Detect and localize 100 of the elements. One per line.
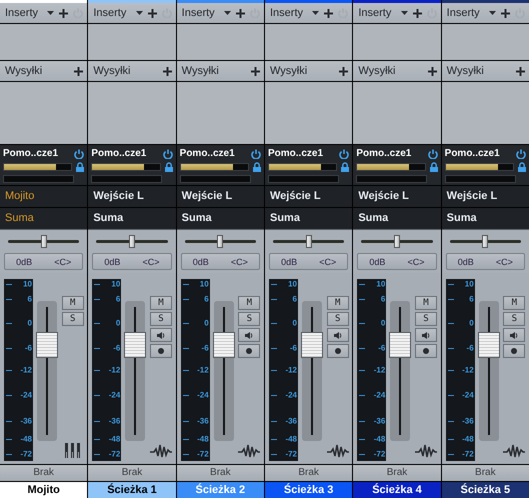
record-button[interactable]: [150, 344, 172, 358]
power-icon[interactable]: [516, 148, 526, 158]
mute-button[interactable]: M: [503, 296, 526, 310]
automation-label[interactable]: Brak: [0, 465, 88, 482]
pan-slider-thumb[interactable]: [306, 235, 312, 248]
pan-slider-thumb[interactable]: [482, 235, 488, 248]
fader-track[interactable]: [478, 301, 499, 441]
monitor-button[interactable]: [503, 328, 526, 342]
input-selector[interactable]: Wejście L: [353, 185, 441, 207]
volume-pan-display[interactable]: 0dB <C>: [357, 253, 437, 270]
pan-slider-thumb[interactable]: [128, 235, 135, 248]
send-name[interactable]: Pomo..cze1: [356, 148, 424, 159]
automation-label[interactable]: Brak: [176, 465, 264, 482]
send-name[interactable]: Pomo..cze1: [444, 148, 512, 159]
input-selector[interactable]: Wejście L: [176, 185, 264, 207]
send-level-bar[interactable]: [180, 163, 249, 171]
add-icon[interactable]: [428, 66, 437, 76]
automation-label[interactable]: Brak: [265, 465, 352, 482]
volume-pan-display[interactable]: 0dB <C>: [269, 253, 348, 270]
fader-handle[interactable]: [389, 332, 412, 358]
lock-icon[interactable]: [164, 162, 173, 172]
record-button[interactable]: [326, 344, 349, 358]
input-selector[interactable]: Wejście L: [265, 185, 352, 207]
fader-track[interactable]: [302, 301, 322, 441]
fader-handle[interactable]: [36, 332, 58, 358]
pan-slider-track[interactable]: [184, 235, 256, 248]
add-icon[interactable]: [412, 8, 422, 18]
channel-name[interactable]: Ścieżka 4: [353, 482, 441, 498]
dropdown-icon[interactable]: [489, 11, 496, 15]
input-selector[interactable]: Wejście L: [442, 185, 529, 207]
automation-label[interactable]: Brak: [88, 465, 176, 482]
add-icon[interactable]: [501, 8, 510, 18]
pan-slider-track[interactable]: [96, 235, 168, 248]
send-level-bar[interactable]: [356, 163, 426, 171]
power-icon[interactable]: [339, 148, 350, 158]
output-selector[interactable]: Suma: [265, 207, 352, 229]
mute-button[interactable]: M: [150, 296, 172, 310]
solo-button[interactable]: S: [150, 312, 172, 326]
output-selector[interactable]: Suma: [176, 207, 264, 229]
lock-icon[interactable]: [430, 162, 438, 172]
send-name[interactable]: Pomo..cze1: [268, 148, 336, 159]
channel-name[interactable]: Ścieżka 1: [88, 482, 176, 498]
add-icon[interactable]: [251, 66, 260, 76]
solo-button[interactable]: S: [326, 312, 349, 326]
dropdown-icon[interactable]: [312, 11, 320, 15]
record-button[interactable]: [238, 344, 260, 358]
monitor-button[interactable]: [414, 328, 437, 342]
pan-slider-thumb[interactable]: [40, 235, 47, 248]
monitor-button[interactable]: [238, 328, 260, 342]
lock-icon[interactable]: [76, 162, 84, 172]
power-icon[interactable]: [428, 148, 438, 158]
power-icon[interactable]: [162, 148, 173, 158]
monitor-button[interactable]: [326, 328, 349, 342]
power-icon[interactable]: [74, 148, 84, 158]
input-selector[interactable]: Mojito: [0, 185, 88, 207]
record-button[interactable]: [414, 344, 437, 358]
fader-handle[interactable]: [124, 332, 146, 358]
fader-track[interactable]: [390, 301, 410, 441]
send-name[interactable]: Pomo..cze1: [91, 148, 159, 159]
pan-slider-track[interactable]: [361, 235, 433, 248]
send-level-bar[interactable]: [3, 163, 72, 171]
volume-pan-display[interactable]: 0dB <C>: [92, 253, 172, 270]
output-selector[interactable]: Suma: [442, 207, 529, 229]
solo-button[interactable]: S: [503, 312, 526, 326]
add-icon[interactable]: [59, 8, 68, 18]
add-icon[interactable]: [162, 66, 172, 76]
send-level-bar[interactable]: [444, 163, 514, 171]
add-icon[interactable]: [339, 66, 348, 76]
fader-track[interactable]: [37, 301, 57, 441]
mute-button[interactable]: M: [326, 296, 349, 310]
pan-slider-thumb[interactable]: [217, 235, 224, 248]
monitor-button[interactable]: [150, 328, 172, 342]
mute-button[interactable]: M: [238, 296, 260, 310]
fader-track[interactable]: [125, 301, 146, 441]
channel-name[interactable]: Ścieżka 5: [442, 482, 529, 498]
solo-button[interactable]: S: [414, 312, 437, 326]
fader-track[interactable]: [214, 301, 234, 441]
lock-icon[interactable]: [341, 162, 350, 172]
add-icon[interactable]: [74, 66, 84, 76]
output-selector[interactable]: Suma: [0, 207, 88, 229]
pan-slider-track[interactable]: [450, 235, 521, 248]
volume-pan-display[interactable]: 0dB <C>: [446, 253, 525, 270]
automation-label[interactable]: Brak: [442, 465, 529, 482]
dropdown-icon[interactable]: [47, 11, 54, 15]
channel-name[interactable]: Mojito: [0, 482, 88, 498]
add-icon[interactable]: [516, 66, 525, 76]
pan-slider-track[interactable]: [273, 235, 344, 248]
channel-name[interactable]: Ścieżka 3: [265, 482, 352, 498]
solo-button[interactable]: S: [238, 312, 260, 326]
fader-handle[interactable]: [212, 332, 235, 358]
dropdown-icon[interactable]: [136, 11, 143, 15]
pan-slider-thumb[interactable]: [394, 235, 400, 248]
dropdown-icon[interactable]: [224, 11, 231, 15]
lock-icon[interactable]: [518, 162, 526, 172]
volume-pan-display[interactable]: 0dB <C>: [180, 253, 260, 270]
pan-slider-track[interactable]: [8, 235, 80, 248]
add-icon[interactable]: [324, 8, 334, 18]
record-button[interactable]: [503, 344, 526, 358]
lock-icon[interactable]: [253, 162, 261, 172]
volume-pan-display[interactable]: 0dB <C>: [4, 253, 84, 270]
